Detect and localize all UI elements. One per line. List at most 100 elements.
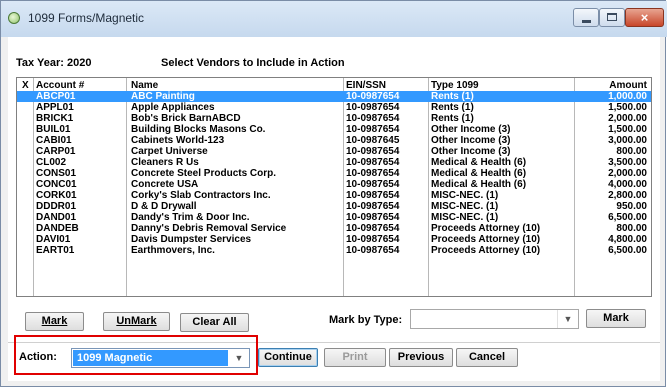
table-row[interactable]: CONS01 Concrete Steel Products Corp. 10-09… bbox=[17, 168, 651, 179]
table-row[interactable]: BRICK1 Bob's Brick BarnABCD 10-0987654 Rent… bbox=[17, 113, 651, 124]
name-cell: Building Blocks Masons Co. bbox=[131, 124, 266, 135]
amount-cell: 2,800.00 bbox=[608, 190, 647, 201]
name-cell: ABC Painting bbox=[131, 91, 195, 102]
ein-cell: 10-0987654 bbox=[346, 113, 400, 124]
amount-cell: 2,000.00 bbox=[608, 113, 647, 124]
minimize-button[interactable] bbox=[573, 8, 599, 27]
amount-cell: 800.00 bbox=[616, 223, 647, 234]
ein-cell: 10-0987654 bbox=[346, 146, 400, 157]
column-header-ein[interactable]: EIN/SSN bbox=[346, 80, 436, 91]
amount-cell: 3,500.00 bbox=[608, 157, 647, 168]
close-icon: × bbox=[640, 10, 649, 25]
print-button[interactable]: Print bbox=[324, 348, 386, 367]
ein-cell: 10-0987654 bbox=[346, 91, 400, 102]
ein-cell: 10-0987654 bbox=[346, 234, 400, 245]
app-window: 1099 Forms/Magnetic × Tax Year: 2020 Sel… bbox=[0, 0, 667, 387]
type-cell: Proceeds Attorney (10) bbox=[431, 245, 541, 256]
name-cell: Cleaners R Us bbox=[131, 157, 199, 168]
account-cell: DDDR01 bbox=[36, 201, 77, 212]
table-row[interactable]: DAVI01 Davis Dumpster Services 10-0987654 P… bbox=[17, 234, 651, 245]
dialog-body: Tax Year: 2020 Select Vendors to Include… bbox=[8, 37, 660, 381]
type-cell: Medical & Health (6) bbox=[431, 168, 527, 179]
account-cell: CARP01 bbox=[36, 146, 76, 157]
column-header-account[interactable]: Account # bbox=[36, 80, 116, 91]
table-row[interactable]: DANDEB Danny's Debris Removal Service 10-0… bbox=[17, 223, 651, 234]
type-cell: MISC-NEC. (1) bbox=[431, 190, 499, 201]
amount-cell: 6,500.00 bbox=[608, 245, 647, 256]
ein-cell: 10-0987654 bbox=[346, 212, 400, 223]
account-cell: DAND01 bbox=[36, 212, 77, 223]
type-cell: Proceeds Attorney (10) bbox=[431, 234, 541, 245]
window-title: 1099 Forms/Magnetic bbox=[28, 11, 145, 25]
name-cell: Concrete Steel Products Corp. bbox=[131, 168, 277, 179]
table-row[interactable]: ABCP01 ABC Painting 10-0987654 Rents (1) 1,0… bbox=[17, 91, 651, 102]
action-highlight-box bbox=[14, 335, 258, 375]
name-cell: Apple Appliances bbox=[131, 102, 215, 113]
type-cell: Other Income (3) bbox=[431, 124, 511, 135]
name-cell: Carpet Universe bbox=[131, 146, 208, 157]
ein-cell: 10-0987654 bbox=[346, 179, 400, 190]
column-header-type[interactable]: Type 1099 bbox=[431, 80, 591, 91]
table-row[interactable]: APPL01 Apple Appliances 10-0987654 Rents (1… bbox=[17, 102, 651, 113]
continue-button[interactable]: Continue bbox=[258, 348, 318, 367]
table-row[interactable]: CONC01 Concrete USA 10-0987654 Medical & He… bbox=[17, 179, 651, 190]
amount-cell: 3,000.00 bbox=[608, 135, 647, 146]
amount-cell: 2,000.00 bbox=[608, 168, 647, 179]
amount-cell: 1,000.00 bbox=[608, 91, 647, 102]
clear-all-button[interactable]: Clear All bbox=[180, 313, 249, 332]
column-header-x[interactable]: X bbox=[22, 80, 32, 91]
amount-cell: 950.00 bbox=[616, 201, 647, 212]
mark-by-type-button[interactable]: Mark bbox=[586, 309, 646, 328]
minimize-icon bbox=[582, 20, 591, 23]
account-cell: CONC01 bbox=[36, 179, 77, 190]
column-header-name[interactable]: Name bbox=[131, 80, 341, 91]
name-cell: D & D Drywall bbox=[131, 201, 197, 212]
ein-cell: 10-0987654 bbox=[346, 124, 400, 135]
previous-button[interactable]: Previous bbox=[389, 348, 453, 367]
table-row[interactable]: CARP01 Carpet Universe 10-0987654 Other Inc… bbox=[17, 146, 651, 157]
ein-cell: 10-0987654 bbox=[346, 102, 400, 113]
title-bar[interactable]: 1099 Forms/Magnetic × bbox=[1, 1, 667, 37]
ein-cell: 10-0987654 bbox=[346, 201, 400, 212]
close-button[interactable]: × bbox=[625, 8, 664, 27]
amount-cell: 1,500.00 bbox=[608, 124, 647, 135]
ein-cell: 10-0987654 bbox=[346, 168, 400, 179]
name-cell: Bob's Brick BarnABCD bbox=[131, 113, 241, 124]
table-row[interactable]: EART01 Earthmovers, Inc. 10-0987654 Proceed… bbox=[17, 245, 651, 256]
ein-cell: 10-0987654 bbox=[346, 190, 400, 201]
table-row[interactable]: DDDR01 D & D Drywall 10-0987654 MISC-NEC. (… bbox=[17, 201, 651, 212]
type-cell: MISC-NEC. (1) bbox=[431, 212, 499, 223]
table-row[interactable]: BUIL01 Building Blocks Masons Co. 10-09876… bbox=[17, 124, 651, 135]
ein-cell: 10-0987654 bbox=[346, 223, 400, 234]
table-row[interactable]: CL002 Cleaners R Us 10-0987654 Medical & He… bbox=[17, 157, 651, 168]
unmark-button[interactable]: UnMark bbox=[103, 312, 170, 331]
vendor-table[interactable]: X Account # Name EIN/SSN Type 1099 Amoun… bbox=[16, 77, 652, 297]
type-cell: Other Income (3) bbox=[431, 135, 511, 146]
mark-by-type-label: Mark by Type: bbox=[329, 314, 403, 326]
type-cell: MISC-NEC. (1) bbox=[431, 201, 499, 212]
table-row[interactable]: CABI01 Cabinets World-123 10-0987645 Other … bbox=[17, 135, 651, 146]
maximize-icon bbox=[607, 13, 617, 21]
name-cell: Cabinets World-123 bbox=[131, 135, 225, 146]
amount-cell: 6,500.00 bbox=[608, 212, 647, 223]
type-cell: Rents (1) bbox=[431, 113, 474, 124]
name-cell: Danny's Debris Removal Service bbox=[131, 223, 287, 234]
type-cell: Medical & Health (6) bbox=[431, 179, 527, 190]
column-header-amount[interactable]: Amount bbox=[577, 80, 647, 91]
mark-button[interactable]: Mark bbox=[25, 312, 84, 331]
account-cell: DANDEB bbox=[36, 223, 79, 234]
amount-cell: 1,500.00 bbox=[608, 102, 647, 113]
name-cell: Corky's Slab Contractors Inc. bbox=[131, 190, 271, 201]
tax-year-label: Tax Year: 2020 bbox=[16, 57, 92, 69]
account-cell: DAVI01 bbox=[36, 234, 71, 245]
mark-by-type-select[interactable]: ▼ bbox=[410, 309, 579, 329]
cancel-button[interactable]: Cancel bbox=[456, 348, 518, 367]
select-vendors-title: Select Vendors to Include in Action bbox=[161, 57, 345, 69]
table-row[interactable]: CORK01 Corky's Slab Contractors Inc. 10-09… bbox=[17, 190, 651, 201]
maximize-button[interactable] bbox=[599, 8, 625, 27]
table-row[interactable]: DAND01 Dandy's Trim & Door Inc. 10-0987654… bbox=[17, 212, 651, 223]
type-cell: Other Income (3) bbox=[431, 146, 511, 157]
chevron-down-icon[interactable]: ▼ bbox=[557, 310, 578, 328]
amount-cell: 800.00 bbox=[616, 146, 647, 157]
account-cell: CL002 bbox=[36, 157, 67, 168]
